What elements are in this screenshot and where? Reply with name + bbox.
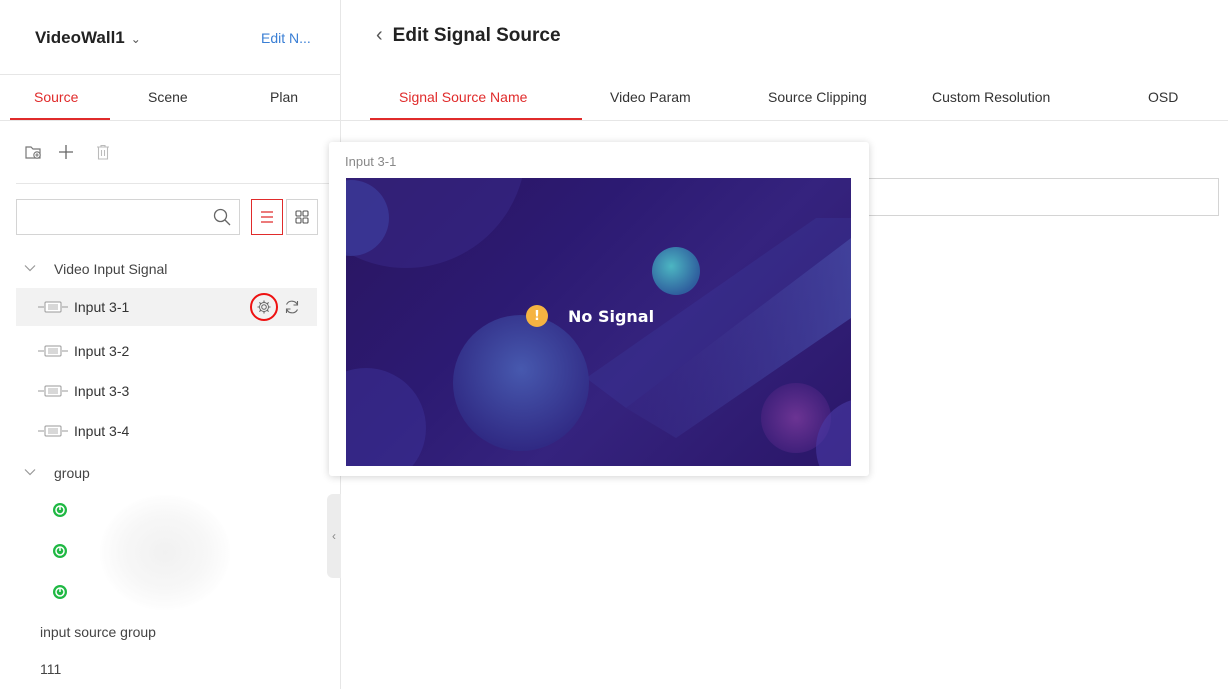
tab-source-clipping[interactable]: Source Clipping [768,89,867,105]
list-item-label: Input 3-1 [74,299,130,315]
list-item-input-3-1[interactable]: Input 3-1 [16,288,317,326]
input-port-icon [38,385,68,397]
list-item-111[interactable]: 111 [40,661,61,677]
active-tab-indicator [370,118,582,120]
tab-source[interactable]: Source [34,89,78,105]
blurred-region [100,495,230,610]
search-icon[interactable] [213,208,231,226]
videowall-header: VideoWall1 ⌄ Edit N... [0,0,340,75]
source-toolbar [0,140,340,180]
tree-group-video-input[interactable]: Video Input Signal [24,261,167,277]
input-port-icon [38,425,68,437]
page-title-text: Edit Signal Source [392,24,561,46]
preview-popover: Input 3-1 ! No Signal [329,142,869,476]
list-item-input-3-2[interactable]: Input 3-2 [16,332,317,370]
tab-signal-source-name[interactable]: Signal Source Name [399,89,527,105]
online-status-icon[interactable] [52,502,68,518]
input-port-icon [38,301,68,313]
chevron-left-icon: ‹ [332,529,336,543]
collapse-panel-button[interactable]: ‹ [327,494,341,578]
tab-plan[interactable]: Plan [270,89,298,105]
no-signal-text: No Signal [568,306,655,326]
page-title: ‹ Edit Signal Source [376,24,561,47]
refresh-icon[interactable] [282,297,302,317]
videowall-selector[interactable]: VideoWall1 ⌄ [35,28,141,48]
list-item-label: Input 3-3 [74,383,130,399]
tab-osd[interactable]: OSD [1148,89,1178,105]
active-tab-indicator [10,118,110,120]
chevron-down-icon [24,467,40,479]
list-view-button[interactable] [251,199,283,235]
chevron-down-icon [24,263,40,275]
tab-scene[interactable]: Scene [148,89,188,105]
list-item-label: Input 3-2 [74,343,130,359]
list-item-label: Input 3-4 [74,423,130,439]
tab-custom-resolution[interactable]: Custom Resolution [932,89,1050,105]
list-view-icon [261,211,273,223]
source-panel: VideoWall1 ⌄ Edit N... Source Scene Plan [0,0,341,689]
list-item-input-source-group[interactable]: input source group [40,624,156,640]
preview-title: Input 3-1 [345,154,397,169]
grid-view-button[interactable] [286,199,318,235]
settings-gear-icon[interactable] [250,293,278,321]
tree-group-label: Video Input Signal [54,261,168,277]
add-folder-icon[interactable] [24,140,44,164]
list-item-input-3-4[interactable]: Input 3-4 [16,412,317,450]
warning-icon: ! [526,305,548,327]
video-preview: ! No Signal [346,178,851,466]
tab-video-param[interactable]: Video Param [610,89,691,105]
tree-group-label: group [54,465,90,481]
no-signal-indicator: ! No Signal [526,305,654,327]
videowall-name: VideoWall1 [35,28,125,47]
left-tab-bar: Source Scene Plan [0,76,340,121]
signal-source-tab-bar: Signal Source Name Video Param Source Cl… [341,76,1228,121]
toolbar-divider [16,183,335,184]
grid-view-icon [295,210,309,224]
chevron-down-icon: ⌄ [130,32,141,46]
back-icon[interactable]: ‹ [376,24,383,47]
delete-icon[interactable] [93,140,113,164]
edit-name-link[interactable]: Edit N... [261,30,311,46]
tree-group-group[interactable]: group [24,465,90,481]
search-input[interactable] [16,199,240,235]
online-status-icon[interactable] [52,584,68,600]
add-icon[interactable] [56,140,76,164]
online-status-icon[interactable] [52,543,68,559]
input-port-icon [38,345,68,357]
signal-source-name-field[interactable] [846,178,1219,216]
list-item-input-3-3[interactable]: Input 3-3 [16,372,317,410]
